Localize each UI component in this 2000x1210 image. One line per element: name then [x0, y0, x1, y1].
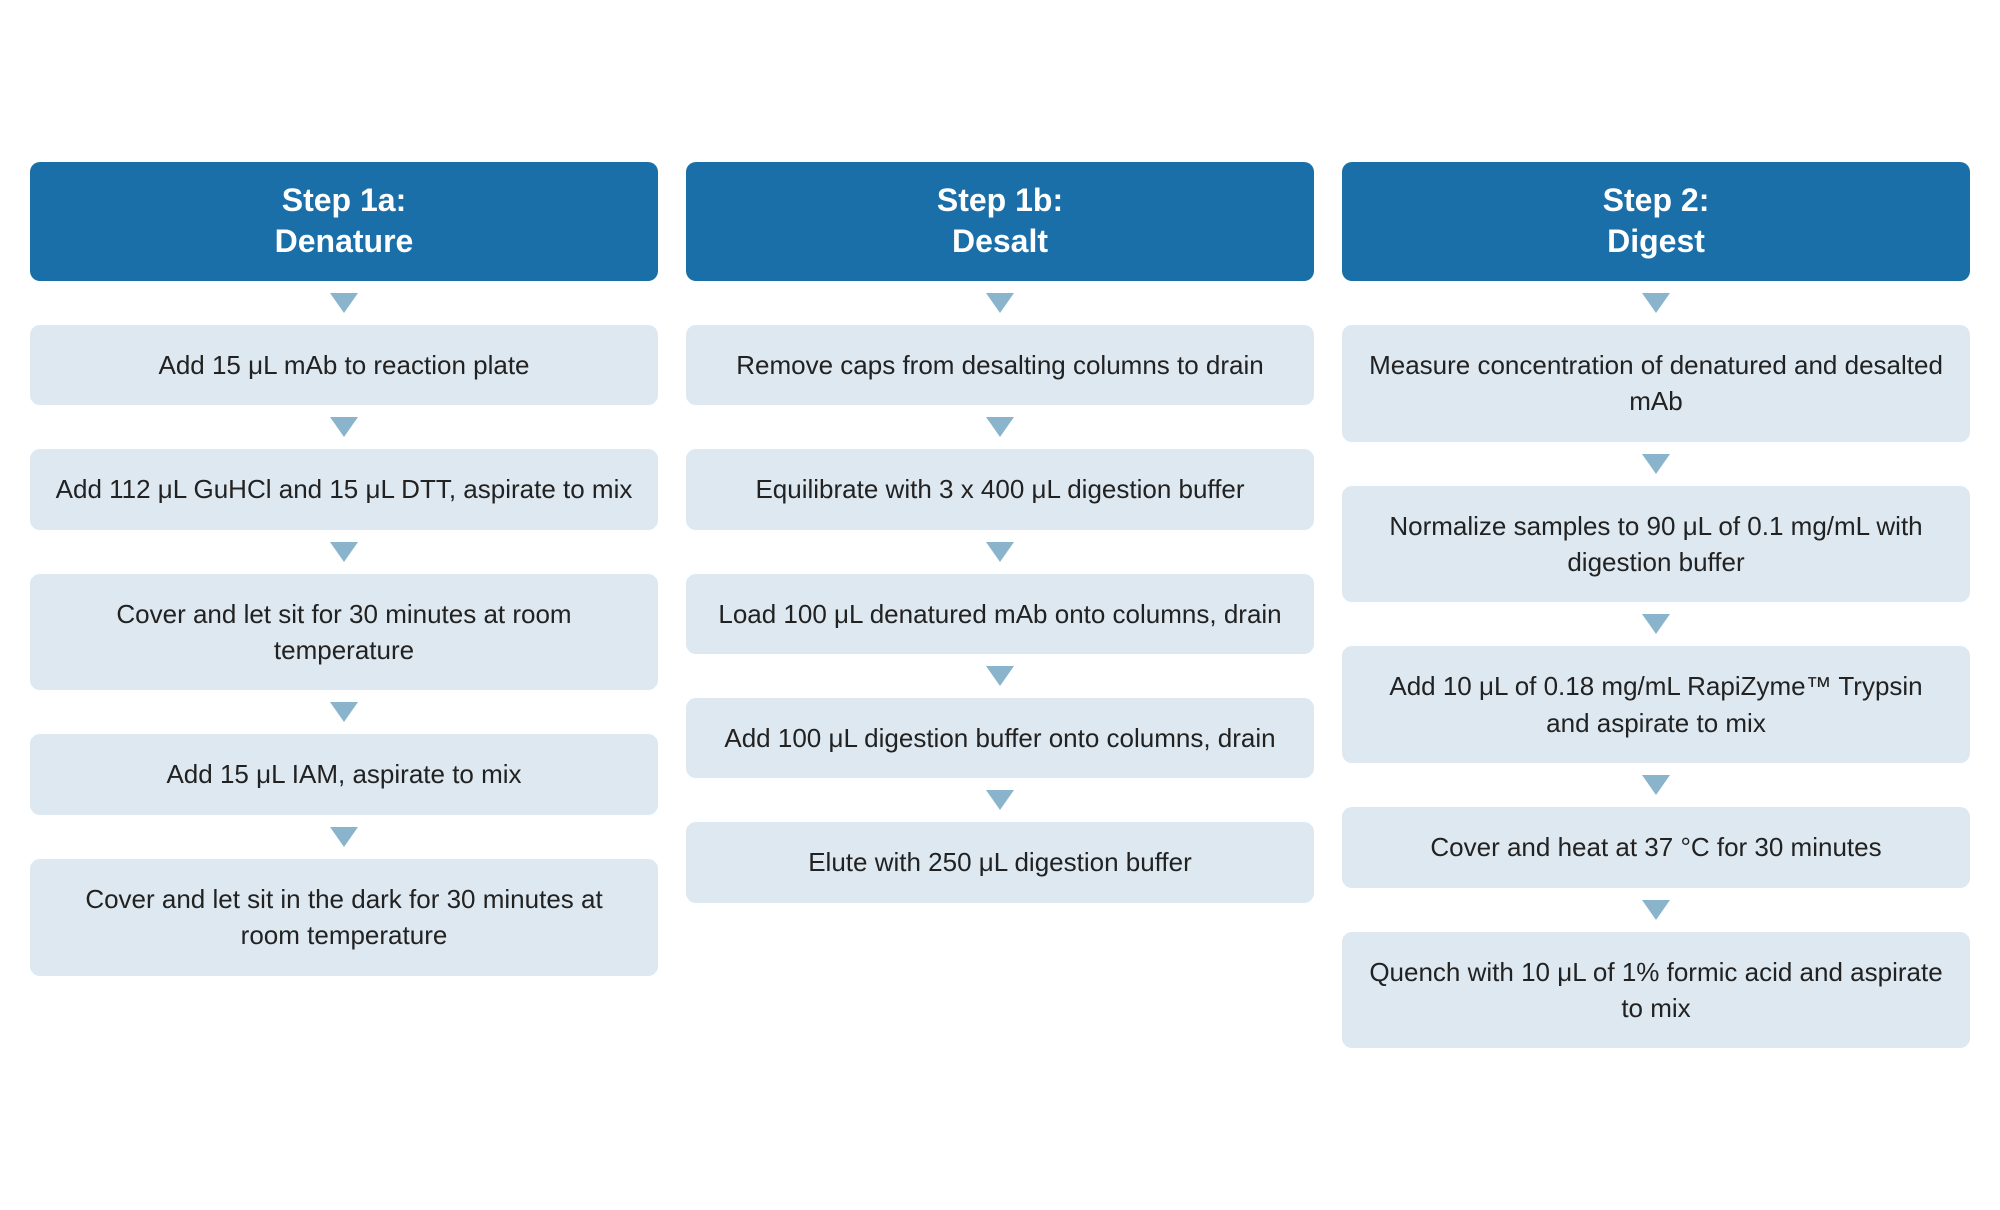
step-box-step2-3: Cover and heat at 37 °C for 30 minutes	[1342, 807, 1970, 887]
arrow-step2-3	[1642, 769, 1670, 801]
step-text-step1b-3: Add 100 μL digestion buffer onto columns…	[724, 723, 1275, 753]
header-line2-step2: Digest	[1607, 223, 1705, 259]
arrow-step1a-2	[330, 536, 358, 568]
step-text-step1b-2: Load 100 μL denatured mAb onto columns, …	[718, 599, 1281, 629]
arrow-step1a-4	[330, 821, 358, 853]
arrow-step2-1	[1642, 448, 1670, 480]
step-text-step2-4: Quench with 10 μL of 1% formic acid and …	[1369, 957, 1942, 1023]
step-text-step1b-0: Remove caps from desalting columns to dr…	[736, 350, 1263, 380]
arrow-step1b-2	[986, 536, 1014, 568]
column-step2: Step 2: Digest Measure concentration of de…	[1342, 162, 1970, 1049]
step-text-step2-3: Cover and heat at 37 °C for 30 minutes	[1430, 832, 1881, 862]
step-text-step1a-3: Add 15 μL IAM, aspirate to mix	[166, 759, 521, 789]
step-text-step1a-1: Add 112 μL GuHCl and 15 μL DTT, aspirate…	[56, 474, 633, 504]
workflow-container: Step 1a: Denature Add 15 μL mAb to reactio…	[30, 162, 1970, 1049]
step-box-step1a-1: Add 112 μL GuHCl and 15 μL DTT, aspirate…	[30, 449, 658, 529]
header-line2-step1a: Denature	[275, 223, 414, 259]
header-line1-step1a: Step 1a:	[282, 182, 406, 218]
step-box-step1a-2: Cover and let sit for 30 minutes at room…	[30, 574, 658, 691]
step-box-step1b-0: Remove caps from desalting columns to dr…	[686, 325, 1314, 405]
step-text-step1a-2: Cover and let sit for 30 minutes at room…	[116, 599, 571, 665]
step-box-step1b-1: Equilibrate with 3 x 400 μL digestion bu…	[686, 449, 1314, 529]
arrow-step1a-0	[330, 287, 358, 319]
header-line1-step2: Step 2:	[1603, 182, 1710, 218]
column-step1b: Step 1b: Desalt Remove caps from desalting…	[686, 162, 1314, 903]
step-box-step2-4: Quench with 10 μL of 1% formic acid and …	[1342, 932, 1970, 1049]
step-text-step2-1: Normalize samples to 90 μL of 0.1 mg/mL …	[1389, 511, 1922, 577]
column-step1a: Step 1a: Denature Add 15 μL mAb to reactio…	[30, 162, 658, 976]
step-box-step1b-3: Add 100 μL digestion buffer onto columns…	[686, 698, 1314, 778]
step-box-step2-1: Normalize samples to 90 μL of 0.1 mg/mL …	[1342, 486, 1970, 603]
arrow-step1b-0	[986, 287, 1014, 319]
step-text-step1a-0: Add 15 μL mAb to reaction plate	[158, 350, 529, 380]
arrow-step2-2	[1642, 608, 1670, 640]
arrow-step1b-4	[986, 784, 1014, 816]
arrow-step1a-1	[330, 411, 358, 443]
step-box-step1a-4: Cover and let sit in the dark for 30 min…	[30, 859, 658, 976]
arrow-step2-0	[1642, 287, 1670, 319]
step-box-step1b-4: Elute with 250 μL digestion buffer	[686, 822, 1314, 902]
step-text-step1b-1: Equilibrate with 3 x 400 μL digestion bu…	[755, 474, 1244, 504]
step-box-step1a-3: Add 15 μL IAM, aspirate to mix	[30, 734, 658, 814]
step-text-step1b-4: Elute with 250 μL digestion buffer	[808, 847, 1192, 877]
arrow-step1b-3	[986, 660, 1014, 692]
step-text-step2-2: Add 10 μL of 0.18 mg/mL RapiZyme™ Trypsi…	[1389, 671, 1922, 737]
step-box-step2-0: Measure concentration of denatured and d…	[1342, 325, 1970, 442]
header-step1a: Step 1a: Denature	[30, 162, 658, 281]
step-box-step1a-0: Add 15 μL mAb to reaction plate	[30, 325, 658, 405]
step-text-step2-0: Measure concentration of denatured and d…	[1369, 350, 1943, 416]
header-step1b: Step 1b: Desalt	[686, 162, 1314, 281]
arrow-step2-4	[1642, 894, 1670, 926]
header-step2: Step 2: Digest	[1342, 162, 1970, 281]
step-text-step1a-4: Cover and let sit in the dark for 30 min…	[85, 884, 602, 950]
header-line1-step1b: Step 1b:	[937, 182, 1063, 218]
header-line2-step1b: Desalt	[952, 223, 1048, 259]
step-box-step2-2: Add 10 μL of 0.18 mg/mL RapiZyme™ Trypsi…	[1342, 646, 1970, 763]
step-box-step1b-2: Load 100 μL denatured mAb onto columns, …	[686, 574, 1314, 654]
arrow-step1b-1	[986, 411, 1014, 443]
arrow-step1a-3	[330, 696, 358, 728]
